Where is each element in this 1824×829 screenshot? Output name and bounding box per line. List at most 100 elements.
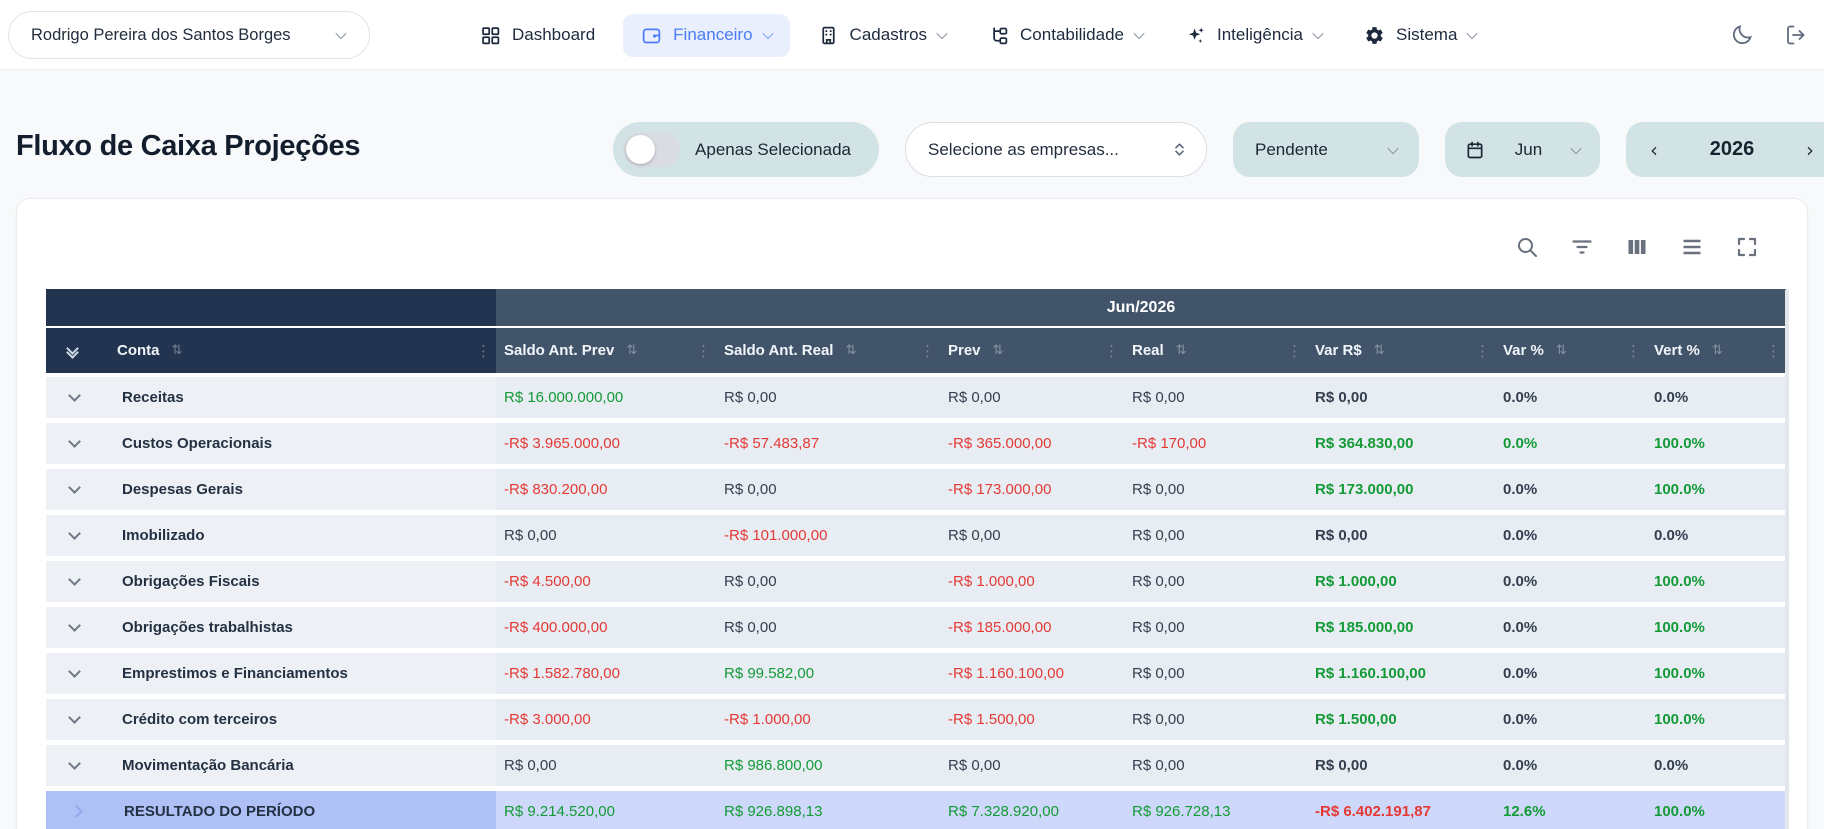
sort-icon[interactable]: ⇅: [1712, 343, 1723, 358]
table-row: Obrigações trabalhistas -R$ 400.000,00 R$ …: [46, 607, 1786, 648]
cell-real: R$ 0,00: [1124, 745, 1307, 786]
status-select[interactable]: Pendente: [1233, 122, 1419, 177]
column-menu-icon[interactable]: ⋮: [1626, 342, 1641, 360]
table-row: Imobilizado R$ 0,00 -R$ 101.000,00 R$ 0,00 R…: [46, 515, 1786, 556]
nav-item-inteligencia[interactable]: Inteligência: [1171, 14, 1336, 57]
month-select-value: Jun: [1514, 139, 1543, 159]
search-icon[interactable]: [1515, 235, 1539, 259]
column-menu-icon[interactable]: ⋮: [1766, 342, 1781, 360]
cell-var_pct: 0.0%: [1495, 745, 1646, 786]
sparkles-icon: [1188, 27, 1204, 43]
sort-icon[interactable]: ⇅: [1176, 343, 1187, 358]
cell-var_rs: -R$ 6.402.191,87: [1307, 791, 1495, 829]
moon-icon[interactable]: [1730, 23, 1754, 47]
cell-saldo_ant_prev: -R$ 830.200,00: [496, 469, 716, 510]
column-header-vert-pct[interactable]: Vert % ⇅ ⋮: [1646, 328, 1786, 373]
column-menu-icon[interactable]: ⋮: [1104, 342, 1119, 360]
table-group-header: Jun/2026: [46, 289, 1786, 328]
cell-var_pct: 0.0%: [1495, 515, 1646, 556]
column-menu-icon[interactable]: ⋮: [1475, 342, 1490, 360]
column-menu-icon[interactable]: ⋮: [476, 342, 491, 360]
column-header-var-pct[interactable]: Var % ⇅ ⋮: [1495, 328, 1646, 373]
year-prev-button[interactable]: ‹: [1650, 140, 1658, 160]
chevron-down-icon: [936, 27, 948, 40]
chevron-down-icon[interactable]: [68, 527, 81, 540]
nav-item-dashboard[interactable]: Dashboard: [466, 14, 609, 57]
column-header-var-rs[interactable]: Var R$ ⇅ ⋮: [1307, 328, 1495, 373]
logout-icon[interactable]: [1784, 23, 1808, 47]
cell-var_rs: R$ 0,00: [1307, 377, 1495, 418]
nav-item-contabilidade[interactable]: Contabilidade: [974, 14, 1157, 57]
chevron-down-icon[interactable]: [68, 389, 81, 402]
sort-icon[interactable]: ⇅: [845, 343, 856, 358]
chevron-down-icon[interactable]: [68, 665, 81, 678]
cell-saldo_ant_real: R$ 0,00: [716, 469, 940, 510]
sort-icon[interactable]: ⇅: [172, 343, 183, 358]
cell-var_rs: R$ 0,00: [1307, 745, 1495, 786]
month-select[interactable]: Jun: [1445, 122, 1600, 177]
cell-var_rs: R$ 0,00: [1307, 515, 1495, 556]
cell-real: R$ 0,00: [1124, 377, 1307, 418]
column-menu-icon[interactable]: ⋮: [920, 342, 935, 360]
table-row: Receitas R$ 16.000.000,00 R$ 0,00 R$ 0,00 R$…: [46, 377, 1786, 418]
cell-var_rs: R$ 1.160.100,00: [1307, 653, 1495, 694]
column-header-prev[interactable]: Prev ⇅ ⋮: [940, 328, 1124, 373]
chevron-down-icon: [761, 27, 774, 40]
chevron-down-icon[interactable]: [68, 481, 81, 494]
chevron-down-icon[interactable]: [68, 711, 81, 724]
cell-vert_pct: 0.0%: [1646, 745, 1786, 786]
column-label: Vert %: [1654, 342, 1700, 359]
table-row: Movimentação Bancária R$ 0,00 R$ 986.800,0…: [46, 745, 1786, 786]
year-next-button[interactable]: ›: [1806, 140, 1814, 160]
user-selector[interactable]: Rodrigo Pereira dos Santos Borges: [8, 11, 370, 59]
topbar: Rodrigo Pereira dos Santos Borges Dashbo…: [0, 0, 1824, 70]
sort-icon[interactable]: ⇅: [1374, 343, 1385, 358]
cell-prev: -R$ 1.500,00: [940, 699, 1124, 740]
chevron-down-icon[interactable]: [68, 435, 81, 448]
cell-var_pct: 0.0%: [1495, 699, 1646, 740]
chevron-down-icon: [1133, 27, 1145, 40]
row-label: Receitas: [122, 389, 184, 406]
column-header-saldo-ant-real[interactable]: Saldo Ant. Real ⇅ ⋮: [716, 328, 940, 373]
expand-all-icon[interactable]: [66, 342, 79, 359]
filter-icon[interactable]: [1570, 235, 1594, 259]
main-nav: Dashboard Financeiro Cadastros Contabili…: [466, 0, 1490, 70]
nav-item-financeiro[interactable]: Financeiro: [623, 13, 790, 57]
chevron-right-icon[interactable]: [70, 805, 83, 818]
cell-prev: -R$ 365.000,00: [940, 423, 1124, 464]
column-menu-icon[interactable]: ⋮: [1287, 342, 1302, 360]
sort-icon[interactable]: ⇅: [1556, 343, 1567, 358]
cell-vert_pct: 100.0%: [1646, 653, 1786, 694]
sort-icon[interactable]: ⇅: [993, 343, 1004, 358]
company-select[interactable]: Selecione as empresas...: [905, 122, 1207, 177]
sort-icon[interactable]: ⇅: [626, 343, 637, 358]
calendar-icon: [1467, 141, 1483, 158]
cell-var_pct: 12.6%: [1495, 791, 1646, 829]
toggle-track[interactable]: [623, 132, 681, 167]
columns-icon[interactable]: [1625, 235, 1649, 259]
density-icon[interactable]: [1680, 235, 1704, 259]
cell-var_rs: R$ 173.000,00: [1307, 469, 1495, 510]
row-label: Custos Operacionais: [122, 435, 273, 452]
selected-only-toggle[interactable]: Apenas Selecionada: [613, 122, 879, 177]
column-menu-icon[interactable]: ⋮: [696, 342, 711, 360]
column-header-conta[interactable]: Conta ⇅ ⋮: [46, 328, 496, 373]
chevron-down-icon: [1387, 142, 1399, 154]
chevron-down-icon[interactable]: [68, 619, 81, 632]
row-conta-cell: Obrigações Fiscais: [46, 561, 496, 602]
cell-prev: R$ 0,00: [940, 515, 1124, 556]
chevron-down-icon[interactable]: [68, 573, 81, 586]
vertical-scrollbar[interactable]: [1785, 289, 1789, 829]
chevron-down-icon[interactable]: [68, 757, 81, 770]
column-header-saldo-ant-prev[interactable]: Saldo Ant. Prev ⇅ ⋮: [496, 328, 716, 373]
cashflow-card: Jun/2026 Conta ⇅ ⋮ Saldo Ant. Prev ⇅ ⋮ S…: [16, 198, 1808, 829]
cell-saldo_ant_prev: -R$ 4.500,00: [496, 561, 716, 602]
column-header-real[interactable]: Real ⇅ ⋮: [1124, 328, 1307, 373]
cell-real: R$ 0,00: [1124, 515, 1307, 556]
fullscreen-icon[interactable]: [1735, 235, 1759, 259]
page-title: Fluxo de Caixa Projeções: [16, 130, 361, 162]
row-label: Obrigações Fiscais: [122, 573, 260, 590]
wallet-icon: [642, 28, 661, 43]
nav-item-sistema[interactable]: Sistema: [1350, 14, 1490, 57]
nav-item-cadastros[interactable]: Cadastros: [804, 14, 960, 57]
